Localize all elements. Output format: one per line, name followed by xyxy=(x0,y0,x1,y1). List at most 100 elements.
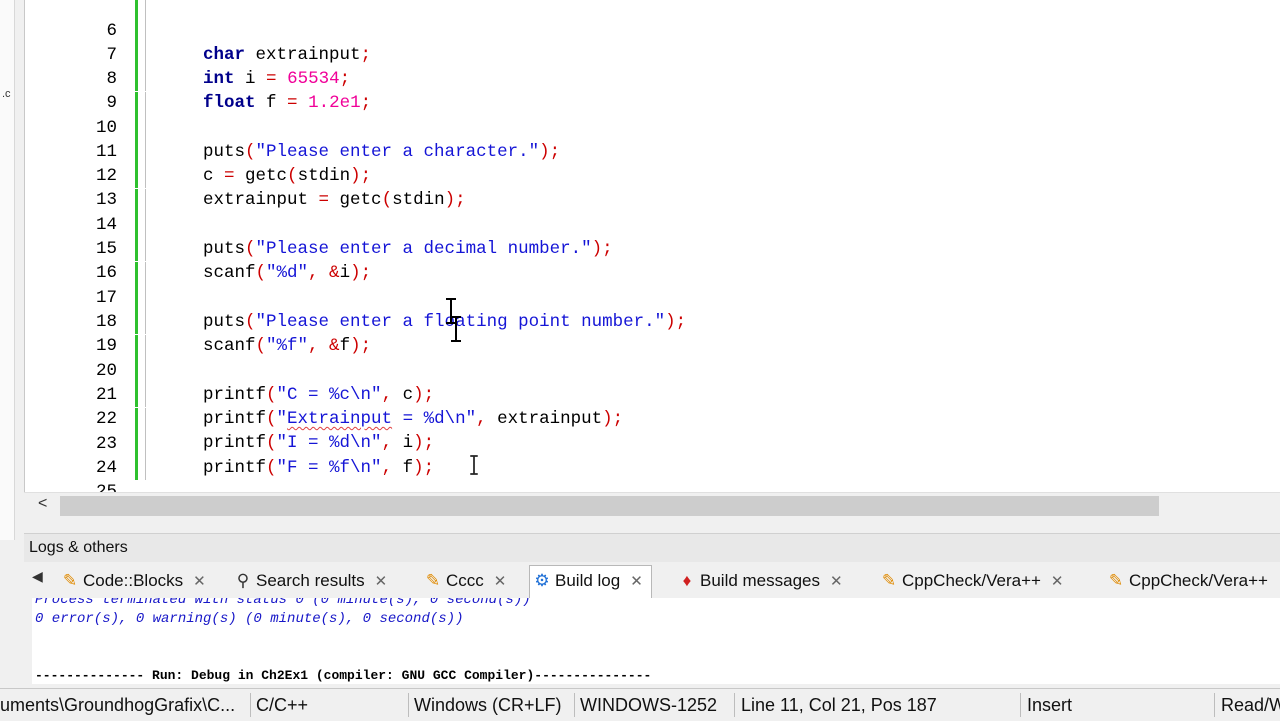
fold-guide xyxy=(145,237,146,261)
fold-guide xyxy=(145,189,146,213)
close-icon[interactable]: ✕ xyxy=(830,567,843,597)
code-line[interactable]: 16 xyxy=(25,237,1280,283)
fold-guide xyxy=(145,286,146,310)
pencil-icon: ✎ xyxy=(62,571,78,590)
fold-guide xyxy=(145,335,146,359)
code-line[interactable]: 13 xyxy=(25,164,1280,210)
close-icon[interactable]: ✕ xyxy=(494,567,507,597)
change-marker xyxy=(135,116,138,140)
log-line: Process terminated with status 0 (0 minu… xyxy=(35,598,531,608)
logs-tab-bar: ◀ ✎ Code::Blocks ✕ ⚲ Search results ✕ ✎ Cccc ✕… xyxy=(24,562,1280,600)
tab-search-results[interactable]: ⚲ Search results ✕ xyxy=(233,566,387,596)
code-line[interactable]: 14 puts("Please enter a decimal number."… xyxy=(25,189,1280,259)
fold-guide xyxy=(145,92,146,116)
status-access: Read/W xyxy=(1221,695,1280,715)
code-line[interactable]: 18 scanf("%f", &f); xyxy=(25,286,1280,356)
fold-guide xyxy=(145,0,146,19)
tab-build-messages[interactable]: ♦ Build messages ✕ xyxy=(677,566,843,596)
code-line[interactable]: 20 printf("C = %c\n", c); xyxy=(25,335,1280,405)
fold-guide xyxy=(145,383,146,407)
fold-guide xyxy=(145,456,146,480)
fold-guide xyxy=(145,67,146,91)
close-icon[interactable]: ✕ xyxy=(1051,567,1064,597)
log-line: -------------- Run: Debug in Ch2Ex1 (com… xyxy=(35,668,652,683)
code-line[interactable]: 21 printf("Extrainput = %d\n", extrainpu… xyxy=(25,359,1280,429)
code-editor[interactable]: 6 char extrainput; 7 int i = 65534; 8 fl… xyxy=(24,0,1280,492)
change-marker xyxy=(135,310,138,334)
fold-guide xyxy=(145,164,146,188)
code-line[interactable]: 17 puts("Please enter a floating point n… xyxy=(25,262,1280,332)
code-line[interactable]: 24 xyxy=(25,432,1280,478)
status-encoding: WINDOWS-1252 xyxy=(580,695,718,715)
tab-codeblocks[interactable]: ✎ Code::Blocks ✕ xyxy=(60,566,206,596)
code-line[interactable]: 10 puts("Please enter a character."); xyxy=(25,92,1280,162)
change-marker xyxy=(135,432,138,456)
tab-cccc[interactable]: ✎ Cccc ✕ xyxy=(423,566,506,596)
left-panel-mark: .c xyxy=(2,88,11,100)
tab-build-log[interactable]: ⚙ Build log ✕ xyxy=(529,565,652,600)
horizontal-scrollbar[interactable]: < xyxy=(24,492,1280,520)
close-icon[interactable]: ✕ xyxy=(375,567,388,597)
change-marker xyxy=(135,164,138,188)
tab-scroll-left-icon[interactable]: ◀ xyxy=(32,568,43,585)
change-marker xyxy=(135,92,138,116)
code-line[interactable]: 19 xyxy=(25,310,1280,356)
status-file-path: uments\GroundhogGrafix\C... xyxy=(0,695,236,715)
fold-guide xyxy=(145,408,146,432)
status-line-endings: Windows (CR+LF) xyxy=(414,695,562,715)
code-line[interactable]: 12 extrainput = getc(stdin); xyxy=(25,140,1280,210)
code-line[interactable]: 6 char extrainput; xyxy=(25,0,1280,65)
scroll-left-arrow-icon[interactable]: < xyxy=(38,495,47,513)
pencil-icon: ✎ xyxy=(881,571,897,590)
pencil-icon: ✎ xyxy=(1108,571,1124,590)
ibeam-cursor-icon xyxy=(470,455,478,475)
bookmark-icon: ♦ xyxy=(682,571,692,590)
fold-guide xyxy=(145,140,146,164)
change-marker xyxy=(135,213,138,237)
change-marker xyxy=(135,286,138,310)
change-marker xyxy=(135,456,138,480)
code-line[interactable]: 15 scanf("%d", &i); xyxy=(25,213,1280,283)
code-line[interactable]: 8 float f = 1.2e1; xyxy=(25,43,1280,113)
change-marker xyxy=(135,140,138,164)
code-line[interactable]: 22 printf("I = %d\n", i); xyxy=(25,383,1280,453)
fold-guide xyxy=(145,310,146,334)
tab-cppcheck-vera-2[interactable]: ✎ CppCheck/Vera++ xyxy=(1106,566,1268,596)
fold-guide xyxy=(145,43,146,67)
log-line: 0 error(s), 0 warning(s) (0 minute(s), 0… xyxy=(35,611,464,627)
fold-guide xyxy=(145,19,146,43)
close-icon[interactable]: ✕ xyxy=(193,567,206,597)
magnifier-icon: ⚲ xyxy=(236,571,250,590)
status-insert-mode: Insert xyxy=(1027,695,1073,715)
change-marker xyxy=(135,19,138,43)
fold-guide xyxy=(145,262,146,286)
code-line[interactable]: 23 printf("F = %f\n", f); xyxy=(25,408,1280,478)
status-bar: uments\GroundhogGrafix\C... C/C++ Window… xyxy=(0,688,1280,721)
line-number: 25 xyxy=(95,482,117,492)
fold-guide xyxy=(145,359,146,383)
tab-cppcheck-vera-1[interactable]: ✎ CppCheck/Vera++ ✕ xyxy=(879,566,1064,596)
fold-guide xyxy=(145,116,146,140)
scrollbar-thumb[interactable] xyxy=(60,496,1159,516)
change-marker xyxy=(135,383,138,407)
change-marker xyxy=(135,408,138,432)
change-marker xyxy=(135,67,138,91)
logs-panel-title: Logs & others xyxy=(29,539,128,556)
change-marker xyxy=(135,43,138,67)
close-icon[interactable]: ✕ xyxy=(630,567,643,597)
code-line[interactable]: 9 xyxy=(25,67,1280,113)
code-line[interactable]: 11 c = getc(stdin); xyxy=(25,116,1280,186)
code-line[interactable]: 25 getc(stdin); xyxy=(25,456,1280,492)
fold-guide xyxy=(145,432,146,456)
pencil-icon: ✎ xyxy=(425,571,441,590)
change-marker xyxy=(135,237,138,261)
left-panel-edge xyxy=(0,0,15,540)
change-marker xyxy=(135,335,138,359)
status-language: C/C++ xyxy=(256,695,309,715)
logs-panel-header: Logs & others xyxy=(24,533,1280,562)
left-panel-strip: .c xyxy=(0,0,24,540)
build-log-output[interactable]: Process terminated with status 0 (0 minu… xyxy=(24,598,1280,684)
change-marker xyxy=(135,0,138,19)
change-marker xyxy=(135,189,138,213)
code-line[interactable]: 7 int i = 65534; xyxy=(25,19,1280,89)
